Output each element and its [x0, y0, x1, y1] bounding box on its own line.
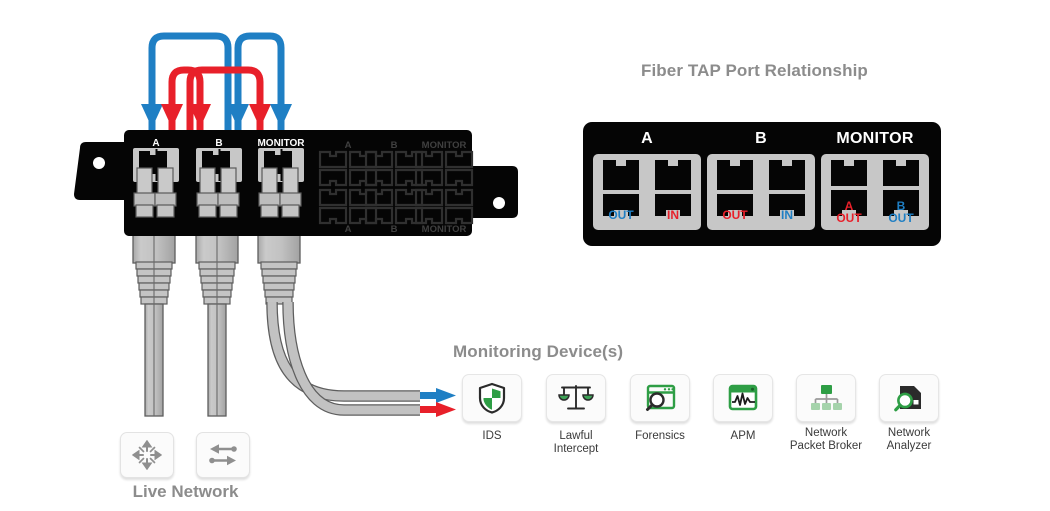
flow-arrow-layer: [141, 32, 292, 130]
diagram-canvas: Fiber TAP Port Relationship Monitoring D…: [0, 0, 1050, 511]
flow-arrow-red-1: [168, 66, 204, 130]
flow-arrowheads: [141, 104, 292, 128]
